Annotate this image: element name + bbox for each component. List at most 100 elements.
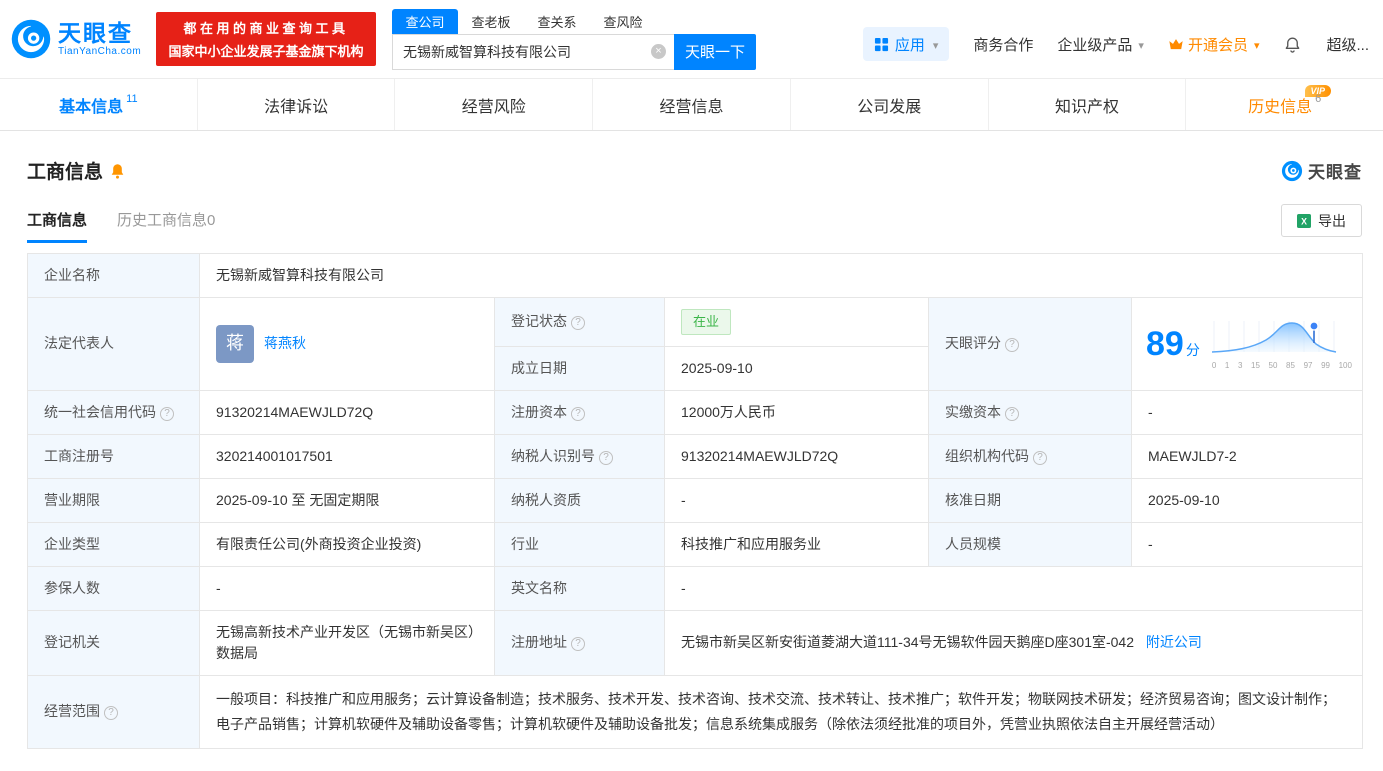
help-icon[interactable]: [160, 406, 174, 421]
legal-rep-avatar[interactable]: 蒋: [216, 324, 254, 363]
notification-bell-icon[interactable]: [1283, 35, 1302, 54]
search-button[interactable]: 天眼一下: [674, 33, 756, 70]
reg-status-value: 在业: [664, 297, 929, 347]
help-icon[interactable]: [1033, 450, 1047, 465]
table-row: 企业名称 无锡新威智算科技有限公司: [27, 253, 1364, 298]
nearby-companies-link[interactable]: 附近公司: [1146, 634, 1202, 650]
table-row: 企业类型 有限责任公司(外商投资企业投资) 行业 科技推广和应用服务业 人员规模…: [27, 521, 1364, 567]
top-header: 天眼查 TianYanCha.com 都在用的商业查询工具 国家中小企业发展子基…: [0, 0, 1383, 79]
tab-label: 基本信息: [59, 98, 124, 116]
app-grid-icon: [874, 37, 888, 51]
tab-history-info[interactable]: VIP 历史信息 6: [1186, 79, 1383, 130]
tab-legal-litigation[interactable]: 法律诉讼: [198, 79, 396, 130]
field-label: 登记机关: [27, 609, 200, 676]
table-row: 统一社会信用代码 91320214MAEWJLD72Q 注册资本 12000万人…: [27, 389, 1364, 435]
tab-operation-info[interactable]: 经营信息: [593, 79, 791, 130]
tab-operation-risk[interactable]: 经营风险: [395, 79, 594, 130]
chevron-down-icon: [1136, 36, 1144, 53]
search-tab-company[interactable]: 查公司: [392, 8, 458, 34]
help-icon[interactable]: [571, 406, 585, 421]
company-type-value: 有限责任公司(外商投资企业投资): [199, 521, 495, 567]
table-row: 营业期限 2025-09-10 至 无固定期限 纳税人资质 - 核准日期 202…: [27, 477, 1364, 523]
svg-text:X: X: [1301, 216, 1307, 226]
search-tabs: 查公司 查老板 查关系 查风险: [392, 8, 756, 34]
tab-intellectual-property[interactable]: 知识产权: [989, 79, 1187, 130]
taxpayer-id-value: 91320214MAEWJLD72Q: [664, 433, 929, 479]
field-label: 核准日期: [928, 477, 1132, 523]
field-label: 纳税人资质: [494, 477, 665, 523]
field-label: 行业: [494, 521, 665, 567]
field-label: 经营范围: [27, 674, 200, 749]
field-label: 实缴资本: [928, 389, 1132, 435]
nav-business-cooperation[interactable]: 商务合作: [973, 34, 1033, 55]
search-tab-boss[interactable]: 查老板: [458, 9, 524, 34]
company-section-tabs: 基本信息 11 法律诉讼 经营风险 经营信息 公司发展 知识产权 VIP 历史信…: [0, 79, 1383, 131]
industry-value: 科技推广和应用服务业: [664, 521, 929, 567]
subtab-business-info[interactable]: 工商信息: [27, 209, 88, 243]
field-label: 法定代表人: [27, 297, 200, 391]
search-area: 查公司 查老板 查关系 查风险 天眼一下: [392, 8, 756, 70]
tab-label: 经营信息: [659, 98, 724, 116]
table-row: 经营范围 一般项目：科技推广和应用服务；云计算设备制造；技术服务、技术开发、技术…: [27, 674, 1364, 749]
field-label: 成立日期: [494, 345, 665, 391]
approval-date-value: 2025-09-10: [1130, 477, 1364, 523]
score-axis-ticks: 01 3 15 50 85 97 99 100: [1211, 360, 1352, 370]
tab-label: 经营风险: [461, 98, 526, 116]
nav-label: 商务合作: [973, 36, 1034, 54]
section-title: 工商信息: [27, 162, 104, 183]
field-label: 工商注册号: [27, 433, 200, 479]
tab-basic-info[interactable]: 基本信息 11: [0, 79, 198, 130]
export-button[interactable]: X 导出: [1281, 204, 1362, 237]
table-row: 参保人数 - 英文名称 -: [27, 565, 1364, 611]
insured-value: -: [199, 565, 495, 611]
legal-rep-link[interactable]: 蒋燕秋: [264, 333, 306, 354]
search-tab-risk[interactable]: 查风险: [590, 9, 656, 34]
logo-text: 天眼查 TianYanCha.com: [58, 19, 141, 57]
field-label: 统一社会信用代码: [27, 389, 200, 435]
nav-enterprise-product[interactable]: 企业级产品: [1057, 34, 1144, 55]
app-menu-button[interactable]: 应用: [862, 27, 950, 61]
search-box: [392, 33, 674, 70]
tab-label: 知识产权: [1054, 98, 1119, 116]
field-label: 组织机构代码: [928, 433, 1132, 479]
main-content: 工商信息 天眼查 工商信息 历史工商信息0 X 导出 企业名称 无锡新威智算科技…: [0, 157, 1383, 749]
search-input[interactable]: [403, 43, 651, 60]
section-header: 工商信息 天眼查: [27, 157, 1362, 184]
paid-capital-value: -: [1130, 389, 1364, 435]
tianyancha-logo[interactable]: 天眼查 TianYanCha.com: [10, 18, 148, 60]
logo-swirl-icon: [11, 19, 51, 59]
english-name-value: -: [663, 565, 1364, 611]
reg-capital-value: 12000万人民币: [664, 389, 929, 435]
field-label: 企业类型: [27, 521, 200, 567]
subtab-history-business-info[interactable]: 历史工商信息0: [117, 209, 215, 243]
field-label: 注册地址: [494, 609, 665, 676]
tab-count: 11: [126, 92, 138, 105]
logo-cn: 天眼查: [58, 19, 133, 46]
table-row: 登记机关 无锡高新技术产业开发区（无锡市新吴区）数据局 注册地址 无锡市新吴区新…: [27, 609, 1364, 676]
score-distribution-chart: 01 3 15 50 85 97 99 100: [1210, 318, 1354, 372]
business-info-table: 企业名称 无锡新威智算科技有限公司 法定代表人 蒋 蒋燕秋 登记状态 在业 天眼…: [27, 253, 1364, 749]
watermark-text: 天眼查: [1308, 163, 1362, 182]
tianyan-score-value: 89 分 0 1 3 15 50 85 97 99 100: [1130, 297, 1364, 391]
tab-company-development[interactable]: 公司发展: [791, 79, 989, 130]
help-icon[interactable]: [599, 450, 613, 465]
help-icon[interactable]: [571, 316, 585, 331]
nav-super-vip[interactable]: 超级...: [1326, 34, 1369, 55]
taxpayer-qual-value: -: [664, 477, 929, 523]
score-number: 89 分: [1146, 325, 1200, 364]
excel-icon: X: [1297, 213, 1311, 228]
help-icon[interactable]: [104, 706, 118, 721]
promo-line2: 国家中小企业发展子基金旗下机构: [168, 44, 364, 59]
clear-search-icon[interactable]: [651, 44, 666, 59]
help-icon[interactable]: [571, 637, 585, 651]
watermark-logo: 天眼查: [1281, 158, 1362, 183]
status-badge: 在业: [681, 309, 732, 335]
nav-open-vip[interactable]: 开通会员: [1168, 34, 1260, 55]
subscribe-bell-icon[interactable]: [110, 163, 125, 179]
field-label: 英文名称: [494, 565, 665, 611]
crown-icon: [1169, 38, 1183, 49]
search-tab-relation[interactable]: 查关系: [524, 9, 590, 34]
help-icon[interactable]: [1005, 338, 1019, 353]
staff-size-value: -: [1130, 521, 1364, 567]
help-icon[interactable]: [1005, 406, 1019, 421]
